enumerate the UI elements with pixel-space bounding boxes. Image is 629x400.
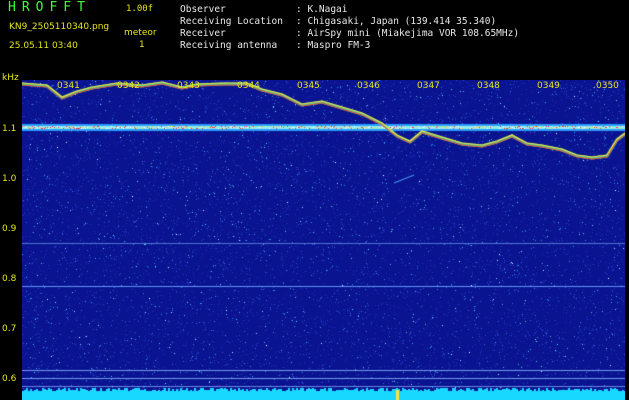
time-tick-label: 0346: [357, 81, 380, 91]
y-tick-label: 0.9: [2, 224, 17, 234]
info-value-receiver: : AirSpy mini (Miakejima VOR 108.65MHz): [296, 28, 520, 39]
info-label-observer: Observer: [180, 4, 226, 15]
meteor-label: meteor: [124, 28, 157, 38]
info-label-antenna: Receiving antenna: [180, 40, 278, 51]
info-value-antenna: : Maspro FM-3: [296, 40, 371, 51]
info-value-observer: : K.Nagai: [296, 4, 348, 15]
spectrogram-canvas: [22, 80, 625, 400]
time-tick-label: 0350: [596, 81, 619, 91]
y-tick-label: 0.8: [2, 274, 17, 284]
file-name: KN9_2505110340.png: [9, 22, 110, 32]
y-tick-label: 1.0: [2, 174, 17, 184]
app-logo: HROFFT: [8, 0, 91, 15]
time-tick-label: 0349: [537, 81, 560, 91]
y-tick-label: 0.7: [2, 324, 17, 334]
meteor-count: 1: [139, 40, 145, 50]
y-tick-label: 0.6: [2, 374, 17, 384]
hrofft-screen: HROFFT 1.00f KN9_2505110340.png meteor 1…: [0, 0, 629, 400]
time-tick-label: 0343: [177, 81, 200, 91]
info-value-location: : Chigasaki, Japan (139.414 35.340): [296, 16, 497, 27]
app-version: 1.00f: [126, 4, 154, 14]
y-axis-unit: kHz: [2, 73, 19, 83]
time-tick-label: 0345: [297, 81, 320, 91]
time-tick-label: 0342: [117, 81, 140, 91]
capture-datetime: 25.05.11 03:40: [9, 41, 78, 51]
time-tick-label: 0347: [417, 81, 440, 91]
time-tick-label: 0341: [57, 81, 80, 91]
time-tick-label: 0344: [237, 81, 260, 91]
info-label-location: Receiving Location: [180, 16, 283, 27]
y-tick-label: 1.1: [2, 124, 17, 134]
time-tick-label: 0348: [477, 81, 500, 91]
info-label-receiver: Receiver: [180, 28, 226, 39]
